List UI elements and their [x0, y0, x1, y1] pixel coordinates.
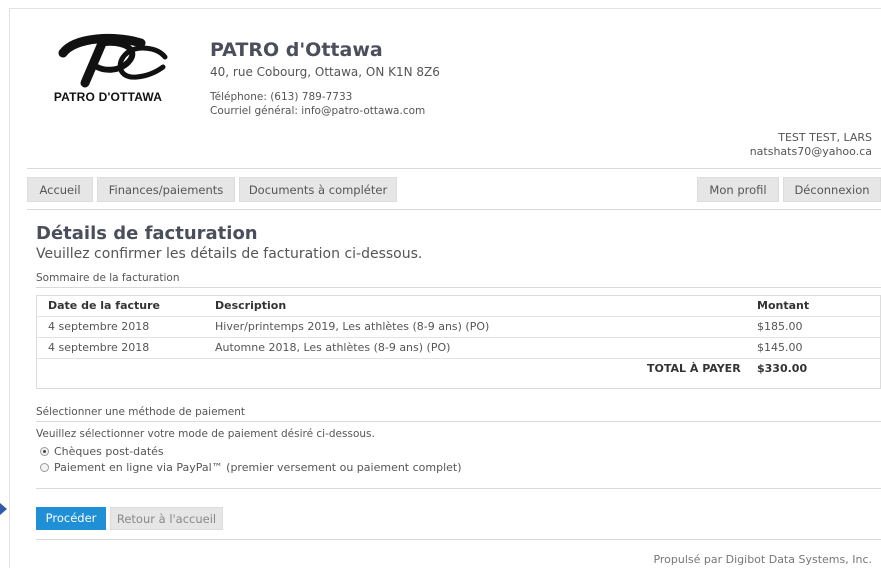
- header-date: Date de la facture: [48, 299, 160, 312]
- table-header-row: Date de la facture Description Montant: [37, 296, 880, 317]
- total-label: TOTAL À PAYER: [647, 362, 741, 375]
- org-address: 40, rue Cobourg, Ottawa, ON K1N 8Z6: [210, 65, 440, 79]
- total-value: $330.00: [757, 362, 808, 375]
- header-description: Description: [215, 299, 287, 312]
- table-row: 4 septembre 2018 Automne 2018, Les athlè…: [37, 338, 880, 359]
- row-amount: $185.00: [757, 320, 803, 333]
- back-home-button[interactable]: Retour à l'accueil: [110, 507, 223, 530]
- summary-divider: [36, 287, 881, 288]
- actions-divider: [36, 488, 881, 489]
- nav-profile-button[interactable]: Mon profil: [697, 177, 779, 202]
- org-logo: PATRO D'OTTAWA: [38, 31, 178, 111]
- footer-divider: [36, 539, 881, 540]
- patro-logo-icon: [58, 33, 168, 88]
- org-phone: Téléphone: (613) 789-7733: [210, 91, 353, 103]
- billing-table: Date de la facture Description Montant 4…: [36, 295, 881, 389]
- header-amount: Montant: [757, 299, 810, 312]
- main-nav: Accueil Finances/paiements Documents à c…: [27, 168, 881, 210]
- row-date: 4 septembre 2018: [48, 341, 150, 354]
- row-amount: $145.00: [757, 341, 803, 354]
- page-title: Détails de facturation: [36, 223, 258, 244]
- table-row: 4 septembre 2018 Hiver/printemps 2019, L…: [37, 317, 880, 338]
- nav-finances-button[interactable]: Finances/paiements: [97, 177, 235, 202]
- logo-text: PATRO D'OTTAWA: [53, 90, 163, 104]
- radio-paypal[interactable]: [40, 463, 49, 472]
- nav-home-button[interactable]: Accueil: [27, 177, 93, 202]
- org-name: PATRO d'Ottawa: [210, 39, 383, 61]
- payment-option-paypal[interactable]: Paiement en ligne via PayPal™ (premier v…: [40, 461, 462, 474]
- payment-option-cheques[interactable]: Chèques post-datés: [40, 445, 164, 458]
- nav-documents-button[interactable]: Documents à compléter: [239, 177, 397, 202]
- radio-cheques[interactable]: [40, 447, 49, 456]
- summary-label: Sommaire de la facturation: [36, 272, 180, 284]
- user-name: TEST TEST, LARS: [778, 131, 872, 144]
- row-description: Hiver/printemps 2019, Les athlètes (8-9 …: [215, 320, 490, 333]
- option-label: Chèques post-datés: [54, 445, 164, 458]
- option-label: Paiement en ligne via PayPal™ (premier v…: [54, 461, 462, 474]
- payment-divider: [36, 421, 881, 422]
- page-frame: PATRO D'OTTAWA PATRO d'Ottawa 40, rue Co…: [9, 8, 881, 568]
- payment-label: Sélectionner une méthode de paiement: [36, 406, 246, 418]
- org-email: Courriel général: info@patro-ottawa.com: [210, 105, 426, 117]
- page-subtitle: Veuillez confirmer les détails de factur…: [36, 246, 423, 262]
- row-date: 4 septembre 2018: [48, 320, 150, 333]
- edge-marker: [0, 503, 7, 515]
- table-total-row: TOTAL À PAYER $330.00: [37, 359, 880, 380]
- nav-logout-button[interactable]: Déconnexion: [783, 177, 881, 202]
- user-email: natshats70@yahoo.ca: [749, 145, 872, 158]
- row-description: Automne 2018, Les athlètes (8-9 ans) (PO…: [215, 341, 451, 354]
- payment-instructions: Veuillez sélectionner votre mode de paie…: [36, 428, 375, 440]
- footer-text: Propulsé par Digibot Data Systems, Inc.: [653, 553, 872, 566]
- proceed-button[interactable]: Procéder: [36, 507, 106, 530]
